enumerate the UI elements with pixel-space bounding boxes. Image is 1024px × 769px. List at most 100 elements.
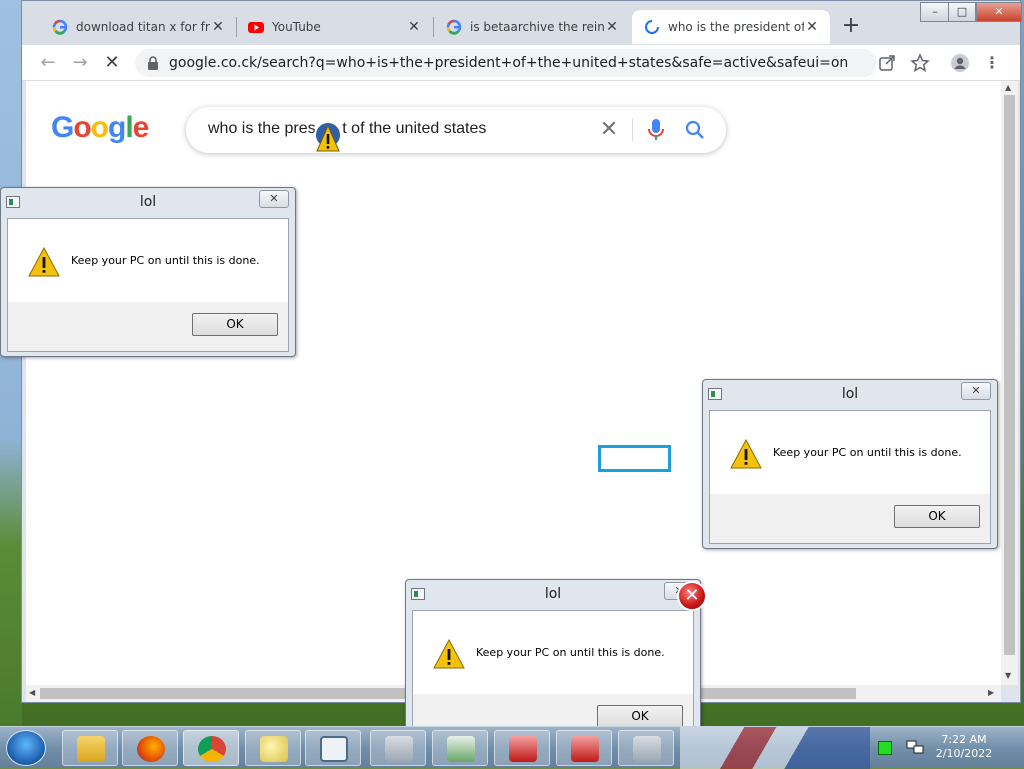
firefox-icon: [137, 736, 165, 762]
program-icon: [385, 736, 413, 762]
tab-close-button[interactable]: ✕: [804, 19, 820, 35]
back-button[interactable]: ←: [36, 51, 60, 75]
warning-icon: [433, 639, 465, 669]
tab-title: download titan x for free: [76, 20, 210, 34]
tab-betaarchive[interactable]: is betaarchive the reincar ✕: [434, 10, 630, 44]
ok-button[interactable]: OK: [894, 505, 980, 528]
google-logo[interactable]: Google: [51, 111, 150, 145]
dialog-title: lol: [139, 194, 157, 210]
dialog-close-button[interactable]: ✕: [259, 190, 289, 208]
logo-letter: g: [108, 111, 126, 144]
clock-time: 7:22 AM: [941, 733, 987, 746]
scroll-left-arrow-icon[interactable]: ◀: [29, 688, 35, 697]
dialog-message: Keep your PC on until this is done.: [71, 254, 260, 267]
logo-letter: G: [51, 111, 74, 144]
dialog-close-button[interactable]: ✕: [961, 382, 991, 400]
microphone-icon[interactable]: [646, 118, 666, 142]
google-icon: [446, 19, 462, 35]
warning-icon: [730, 439, 762, 469]
url-text: google.co.ck/search?q=who+is+the+preside…: [169, 55, 849, 71]
tab-title: is betaarchive the reincar: [470, 20, 604, 34]
tab-president-search[interactable]: who is the president of th ✕: [632, 10, 830, 44]
tab-close-button[interactable]: ✕: [604, 19, 620, 35]
network-icon[interactable]: [906, 740, 924, 756]
dialog-body: Keep your PC on until this is done.: [7, 218, 289, 302]
tray-status-icon[interactable]: [878, 741, 892, 755]
window-icon: [320, 736, 348, 762]
youtube-icon: [248, 22, 264, 33]
bookmark-star-icon[interactable]: [910, 53, 930, 73]
search-query[interactable]: who is the pres t of the united states: [208, 120, 486, 138]
search-separator: [632, 119, 633, 141]
desktop-wallpaper-fragment: [680, 727, 870, 769]
tab-youtube[interactable]: YouTube ✕: [236, 10, 432, 44]
taskbar: 7:22 AM 2/10/2022: [0, 726, 1024, 769]
taskbar-chrome[interactable]: [183, 730, 239, 766]
overlay-warning-icon: [314, 121, 342, 152]
clear-search-button[interactable]: ✕: [596, 117, 622, 143]
taskbar-program-3[interactable]: [494, 730, 550, 766]
system-clock[interactable]: 7:22 AM 2/10/2022: [932, 733, 996, 761]
tab-title: YouTube: [272, 20, 321, 34]
dialog-body: Keep your PC on until this is done.: [709, 410, 991, 494]
search-box[interactable]: who is the pres t of the united states ✕: [186, 107, 726, 153]
forward-button[interactable]: →: [68, 51, 92, 75]
taskbar-program-2[interactable]: [432, 730, 488, 766]
logo-letter: e: [132, 111, 150, 144]
program-icon: [509, 736, 537, 762]
google-icon: [52, 19, 68, 35]
scroll-right-arrow-icon[interactable]: ▶: [988, 688, 994, 697]
program-icon: [571, 736, 599, 762]
background-window-edge: [0, 0, 22, 730]
ok-button[interactable]: OK: [597, 705, 683, 728]
dialog-footer: OK: [7, 302, 289, 352]
start-button[interactable]: [6, 730, 46, 766]
profile-avatar-icon[interactable]: [950, 53, 970, 73]
message-dialog-1: lol ✕ Keep your PC on until this is done…: [0, 187, 296, 357]
minimize-button[interactable]: –: [920, 2, 950, 22]
logo-letter: o: [73, 111, 91, 144]
vertical-scrollbar[interactable]: ▲ ▼: [1001, 81, 1018, 685]
logo-letter: l: [125, 111, 133, 144]
dialog-title: lol: [544, 586, 562, 602]
taskbar-program-1[interactable]: [370, 730, 426, 766]
taskbar-app-window[interactable]: [305, 730, 361, 766]
chrome-icon: [198, 736, 226, 762]
folder-icon: [77, 736, 105, 762]
program-icon: [447, 736, 475, 762]
stop-loading-button[interactable]: ✕: [100, 51, 124, 75]
dialog-message: Keep your PC on until this is done.: [476, 646, 665, 659]
taskbar-program-5[interactable]: [618, 730, 674, 766]
tab-close-button[interactable]: ✕: [210, 19, 226, 35]
messenger-icon: [260, 736, 288, 762]
dialog-footer: OK: [709, 494, 991, 544]
taskbar-program-4[interactable]: [556, 730, 612, 766]
warning-icon: [28, 247, 60, 277]
taskbar-explorer[interactable]: [62, 730, 118, 766]
vertical-scroll-thumb[interactable]: [1004, 95, 1015, 655]
error-icon: ✕: [677, 581, 707, 611]
tab-strip: download titan x for free ✕ YouTube ✕ is…: [22, 1, 1022, 45]
lock-icon: [148, 56, 158, 70]
taskbar-messenger[interactable]: [245, 730, 301, 766]
scroll-up-arrow-icon[interactable]: ▲: [1005, 83, 1011, 92]
message-dialog-2: lol ✕ Keep your PC on until this is done…: [702, 379, 998, 549]
menu-kebab-icon[interactable]: ⋮: [982, 53, 1002, 73]
search-icon[interactable]: [684, 119, 706, 141]
dialog-title: lol: [841, 386, 859, 402]
new-tab-button[interactable]: +: [837, 13, 865, 41]
ok-button[interactable]: OK: [192, 313, 278, 336]
maximize-button[interactable]: □: [948, 2, 976, 22]
scroll-down-arrow-icon[interactable]: ▼: [1005, 671, 1011, 680]
dialog-body: Keep your PC on until this is done.: [412, 610, 694, 694]
close-window-button[interactable]: ✕: [976, 2, 1022, 22]
taskbar-firefox[interactable]: [122, 730, 178, 766]
message-dialog-3: lol ✕ Keep your PC on until this is done…: [405, 579, 701, 749]
focus-rectangle: [598, 445, 671, 472]
tab-title: who is the president of th: [668, 20, 804, 34]
tab-download-titan[interactable]: download titan x for free ✕: [40, 10, 236, 44]
address-bar[interactable]: google.co.ck/search?q=who+is+the+preside…: [135, 49, 877, 77]
share-icon[interactable]: [877, 53, 897, 73]
tab-close-button[interactable]: ✕: [406, 19, 422, 35]
dialog-message: Keep your PC on until this is done.: [773, 446, 962, 459]
